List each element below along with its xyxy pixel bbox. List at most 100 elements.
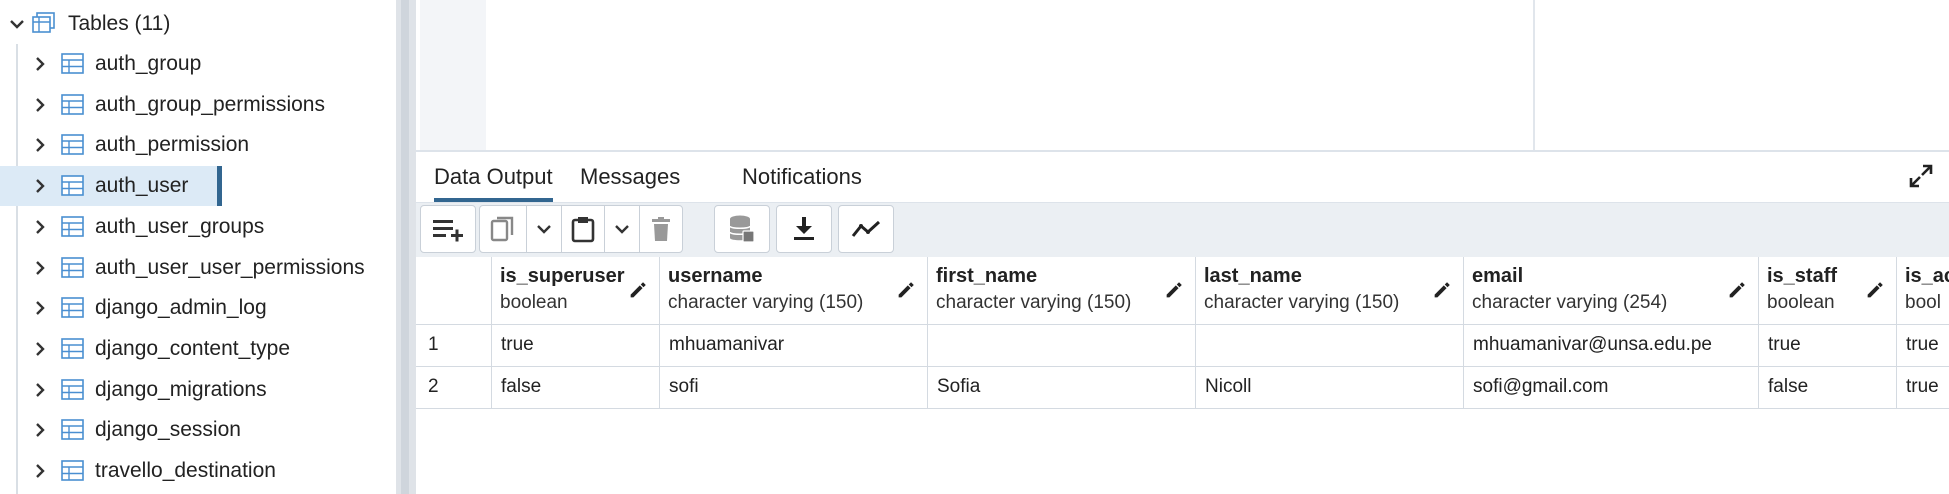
table-cell[interactable]: mhuamanivar@unsa.edu.pe <box>1464 325 1759 367</box>
pencil-icon[interactable] <box>1163 279 1185 301</box>
tree-item-label: auth_user_user_permissions <box>95 255 365 279</box>
column-name: username <box>668 265 763 287</box>
chevron-right-icon[interactable] <box>31 340 49 358</box>
table-cell[interactable]: true <box>1897 367 1949 409</box>
paste-options-button[interactable] <box>605 206 640 252</box>
column-header-is-ac[interactable]: is_acbool <box>1897 257 1949 325</box>
column-header-email[interactable]: email character varying (254) <box>1464 257 1759 325</box>
chevron-right-icon[interactable] <box>31 177 49 195</box>
table-cell[interactable]: false <box>492 367 660 409</box>
column-header-first-name[interactable]: first_name character varying (150) <box>928 257 1196 325</box>
tree-item-auth-group[interactable]: auth_group <box>0 44 396 84</box>
download-button[interactable] <box>777 206 831 252</box>
paste-button[interactable] <box>562 206 605 252</box>
tree-item-auth-user-groups[interactable]: auth_user_groups <box>0 207 396 247</box>
table-cell[interactable]: mhuamanivar <box>660 325 928 367</box>
tree-item-label: django_admin_log <box>95 296 267 320</box>
add-row-group <box>420 205 476 253</box>
tree-item-django-migrations[interactable]: django_migrations <box>0 370 396 410</box>
expand-icon[interactable] <box>1907 162 1935 190</box>
chevron-right-icon[interactable] <box>31 218 49 236</box>
delete-button[interactable] <box>640 206 682 252</box>
paste-icon <box>571 217 595 243</box>
tree-item-auth-group-permissions[interactable]: auth_group_permissions <box>0 85 396 125</box>
column-header-username[interactable]: username character varying (150) <box>660 257 928 325</box>
table-icon <box>61 338 84 359</box>
table-cell[interactable]: false <box>1759 367 1897 409</box>
query-editor[interactable] <box>416 0 1949 152</box>
table-cell[interactable]: true <box>1897 325 1949 367</box>
column-name: is_staff <box>1767 265 1838 287</box>
column-name: is_ac <box>1905 265 1949 287</box>
pencil-icon[interactable] <box>1726 279 1748 301</box>
tree-item-label: auth_permission <box>95 133 250 157</box>
chevron-right-icon[interactable] <box>31 136 49 154</box>
column-type: boolean <box>1767 292 1835 313</box>
chevron-right-icon[interactable] <box>31 299 49 317</box>
column-type: boolean <box>500 292 568 313</box>
copy-button[interactable] <box>480 206 527 252</box>
table-cell[interactable]: sofi <box>660 367 928 409</box>
column-header-last-name[interactable]: last_name character varying (150) <box>1196 257 1464 325</box>
copy-paste-group <box>479 205 683 253</box>
row-number[interactable]: 2 <box>416 367 492 409</box>
tab-data-output[interactable]: Data Output <box>434 164 553 202</box>
tree-item-django-content-type[interactable]: django_content_type <box>0 329 396 369</box>
column-type: character varying (150) <box>1204 292 1400 313</box>
chevron-right-icon[interactable] <box>31 462 49 480</box>
tab-notifications[interactable]: Notifications <box>742 164 862 190</box>
tree-item-auth-user-user-permissions[interactable]: auth_user_user_permissions <box>0 248 396 288</box>
tree-item-label: auth_user <box>95 174 189 198</box>
column-name: is_superuser <box>500 265 625 287</box>
data-grid: is_superuser boolean username character var… <box>416 257 1949 494</box>
results-tabbar: Data Output Messages Notifications <box>416 152 1949 203</box>
table-icon <box>61 460 84 481</box>
pencil-icon[interactable] <box>1864 279 1886 301</box>
editor-ruler <box>1533 0 1535 150</box>
row-number-header[interactable] <box>416 257 492 325</box>
pencil-icon[interactable] <box>1431 279 1453 301</box>
row-number[interactable]: 1 <box>416 325 492 367</box>
copy-icon <box>490 216 514 242</box>
tab-messages[interactable]: Messages <box>580 164 680 190</box>
tree-item-label: auth_user_groups <box>95 214 265 238</box>
chevron-down-icon[interactable] <box>8 15 26 33</box>
tree-item-label: django_content_type <box>95 336 290 360</box>
tree-node-tables[interactable]: Tables (11) <box>0 6 396 42</box>
chevron-right-icon[interactable] <box>31 381 49 399</box>
column-type: bool <box>1905 292 1941 313</box>
column-header-is-superuser[interactable]: is_superuserboolean <box>492 257 660 325</box>
table-cell[interactable]: sofi@gmail.com <box>1464 367 1759 409</box>
object-browser-tree: Tables (11) auth_group auth_group_permiss… <box>0 0 396 494</box>
download-group <box>776 205 832 253</box>
tree-item-label: django_session <box>95 418 241 442</box>
table-cell[interactable] <box>1196 325 1464 367</box>
chevron-right-icon[interactable] <box>31 259 49 277</box>
graph-group <box>838 205 894 253</box>
add-row-button[interactable] <box>421 206 475 252</box>
pencil-icon[interactable] <box>627 279 649 301</box>
chevron-right-icon[interactable] <box>31 96 49 114</box>
copy-options-button[interactable] <box>527 206 562 252</box>
table-cell[interactable] <box>928 325 1196 367</box>
column-header-is-staff[interactable]: is_staffboolean <box>1759 257 1897 325</box>
tree-item-auth-user[interactable]: auth_user <box>0 166 222 207</box>
tree-item-auth-permission[interactable]: auth_permission <box>0 125 396 165</box>
graph-icon <box>851 220 881 237</box>
tree-item-travello-destination[interactable]: travello_destination <box>0 451 396 491</box>
table-cell[interactable]: true <box>1759 325 1897 367</box>
panel-splitter[interactable] <box>396 0 416 494</box>
tree-item-django-admin-log[interactable]: django_admin_log <box>0 288 396 328</box>
editor-gutter <box>420 0 486 150</box>
graph-visualiser-button[interactable] <box>839 206 893 252</box>
chevron-right-icon[interactable] <box>31 421 49 439</box>
download-icon <box>794 217 814 240</box>
pencil-icon[interactable] <box>895 279 917 301</box>
tree-item-django-session[interactable]: django_session <box>0 410 396 450</box>
save-data-button[interactable] <box>715 206 769 252</box>
table-cell[interactable]: Sofia <box>928 367 1196 409</box>
chevron-right-icon[interactable] <box>31 55 49 73</box>
table-cell[interactable]: true <box>492 325 660 367</box>
table-cell[interactable]: Nicoll <box>1196 367 1464 409</box>
splitter-grip[interactable] <box>401 0 409 494</box>
